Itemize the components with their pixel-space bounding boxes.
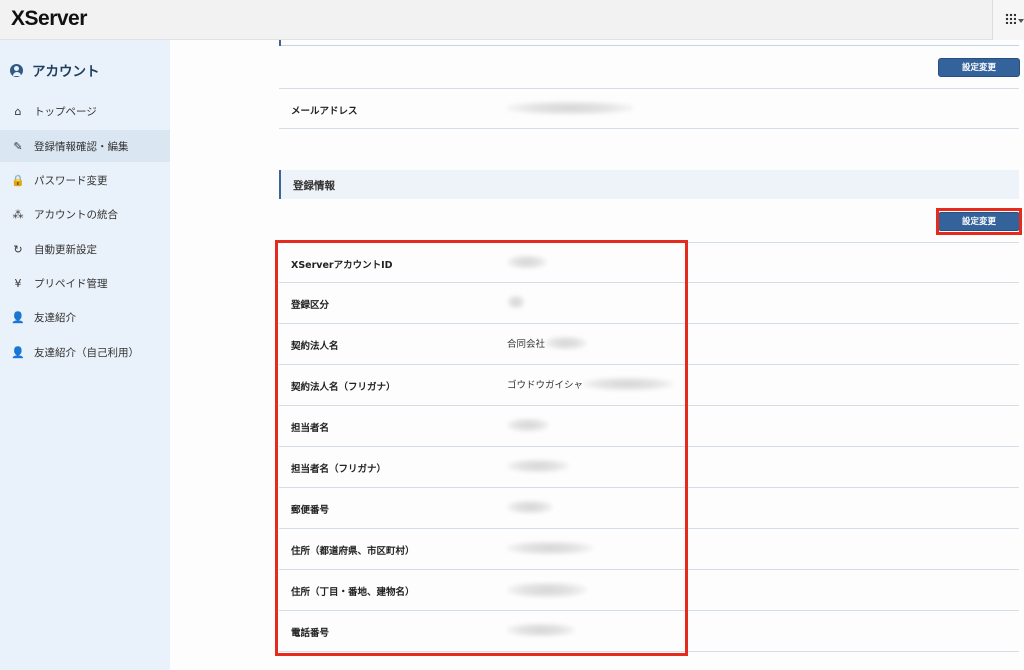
- field-label: 郵便番号: [291, 505, 330, 516]
- grid-icon: [1005, 13, 1016, 24]
- sidebar-title: アカウント: [32, 64, 100, 80]
- redacted-value: [507, 500, 553, 514]
- table-row: 郵便番号: [279, 488, 1019, 529]
- sidebar-item-label: プリペイド管理: [34, 277, 108, 290]
- redacted-value: [507, 459, 569, 473]
- sidebar-item-label: パスワード変更: [34, 174, 108, 187]
- redacted-value: [507, 418, 549, 432]
- field-value: [507, 295, 525, 309]
- sidebar-item-label: 友達紹介（自己利用）: [34, 346, 139, 359]
- field-value: 合同会社: [507, 336, 588, 350]
- chevron-down-icon: [1018, 19, 1024, 23]
- sidebar-item-label: トップページ: [34, 105, 97, 118]
- refresh-icon: ↻: [13, 242, 23, 256]
- sidebar-item-registration-info[interactable]: ✎ 登録情報確認・編集: [0, 130, 170, 162]
- email-label: メールアドレス: [291, 106, 358, 117]
- app-menu-button[interactable]: [992, 0, 1024, 40]
- sidebar-item-top-page[interactable]: ⌂ トップページ: [0, 95, 170, 127]
- table-row: 登録区分: [279, 283, 1019, 324]
- field-value: [507, 582, 587, 598]
- sidebar-item-label: 友達紹介: [34, 311, 76, 324]
- main-content: 設定変更 メールアドレス 登録情報 設定変更 XServerアカウントID 登録…: [170, 40, 1024, 670]
- field-value: [507, 418, 549, 432]
- redacted-value: [507, 623, 575, 637]
- sidebar: アカウント ⌂ トップページ ✎ 登録情報確認・編集 🔒 パスワード変更 ⁂ ア…: [0, 40, 170, 670]
- field-label: XServerアカウントID: [291, 260, 393, 271]
- sidebar-item-referral-self[interactable]: 👤 友達紹介（自己利用）: [0, 336, 170, 368]
- settings-change-button-registration[interactable]: 設定変更: [938, 212, 1020, 231]
- top-bar: XServer: [0, 0, 1024, 40]
- field-label: 登録区分: [291, 300, 330, 311]
- field-label: 担当者名（フリガナ）: [291, 464, 387, 475]
- sidebar-item-label: 自動更新設定: [34, 243, 97, 256]
- person-icon: 👤: [11, 310, 25, 324]
- field-label: 契約法人名: [291, 341, 339, 352]
- yen-icon: ¥: [14, 276, 22, 290]
- sidebar-item-auto-renew[interactable]: ↻ 自動更新設定: [0, 233, 170, 265]
- redacted-value: [507, 582, 587, 598]
- edit-icon: ✎: [13, 139, 23, 153]
- field-label: 住所（丁目・番地、建物名）: [291, 587, 415, 598]
- field-value: ゴウドウガイシャ: [507, 377, 674, 391]
- merge-icon: ⁂: [12, 207, 24, 221]
- table-row: XServerアカウントID: [279, 242, 1019, 283]
- field-value: [507, 500, 553, 514]
- field-label: 契約法人名（フリガナ）: [291, 382, 396, 393]
- redacted-value: [507, 295, 525, 309]
- table-row: 電話番号: [279, 611, 1019, 652]
- person-icon: 👤: [11, 345, 25, 359]
- home-icon: ⌂: [14, 104, 22, 118]
- section-title: 登録情報: [293, 180, 335, 192]
- sidebar-item-referral[interactable]: 👤 友達紹介: [0, 301, 170, 333]
- field-label: 担当者名: [291, 423, 330, 434]
- redacted-value: [583, 377, 674, 391]
- lock-icon: 🔒: [11, 173, 25, 187]
- account-icon: [10, 63, 23, 77]
- sidebar-item-account-merge[interactable]: ⁂ アカウントの統合: [0, 198, 170, 230]
- field-value: [507, 623, 575, 637]
- settings-change-button[interactable]: 設定変更: [938, 58, 1020, 77]
- table-row: 担当者名: [279, 406, 1019, 447]
- sidebar-item-label: アカウントの統合: [34, 208, 118, 221]
- redacted-value: [545, 336, 588, 350]
- redacted-value: [507, 541, 593, 555]
- field-value: [507, 541, 593, 555]
- field-value: [507, 255, 547, 269]
- table-row: 契約法人名 合同会社: [279, 324, 1019, 365]
- sidebar-item-label: 登録情報確認・編集: [34, 140, 129, 153]
- email-row: メールアドレス: [279, 88, 1019, 129]
- sidebar-item-password[interactable]: 🔒 パスワード変更: [0, 164, 170, 196]
- email-value: [507, 101, 633, 115]
- sidebar-header: アカウント: [10, 60, 100, 80]
- table-row: 住所（丁目・番地、建物名）: [279, 570, 1019, 611]
- field-label: 住所（都道府県、市区町村）: [291, 546, 415, 557]
- field-label: 電話番号: [291, 628, 330, 639]
- redacted-value: [507, 101, 633, 115]
- xserver-logo[interactable]: XServer: [11, 7, 87, 31]
- redacted-value: [507, 255, 547, 269]
- sidebar-item-prepaid[interactable]: ¥ プリペイド管理: [0, 267, 170, 299]
- field-value: [507, 459, 569, 473]
- table-row: 担当者名（フリガナ）: [279, 447, 1019, 488]
- section-header: 登録情報: [279, 170, 1019, 199]
- previous-section-edge: [279, 40, 1019, 46]
- table-row: 住所（都道府県、市区町村）: [279, 529, 1019, 570]
- table-row: 契約法人名（フリガナ） ゴウドウガイシャ: [279, 365, 1019, 406]
